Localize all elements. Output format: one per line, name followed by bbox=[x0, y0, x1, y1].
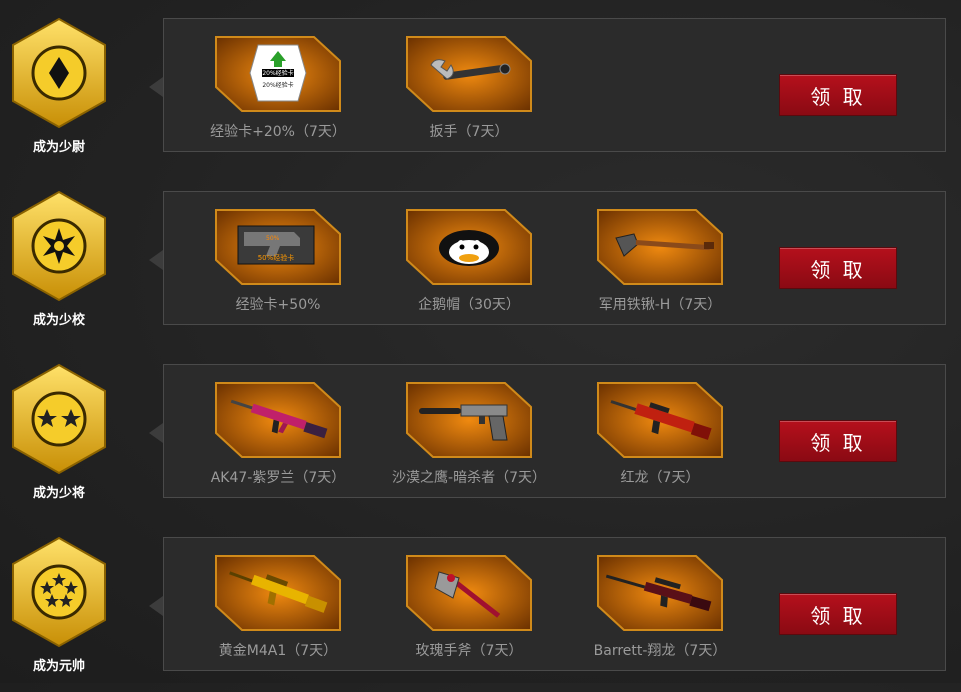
reward-panel: 20%经验卡 20%经验卡 经验卡+20%（7天） 扳手（7天） 领 取 bbox=[163, 18, 946, 152]
rank-label: 成为少校 bbox=[32, 313, 85, 328]
reward-item[interactable]: 军用铁锹-H（7天） bbox=[596, 208, 724, 313]
svg-text:50%经验卡: 50%经验卡 bbox=[258, 253, 295, 262]
reward-tier-1: 成为少尉 20%经验卡 20%经验卡 经验卡+20%（7天） 扳手（7天） 领 … bbox=[0, 0, 961, 173]
reward-item[interactable]: 黄金M4A1（7天） bbox=[214, 554, 342, 659]
desert-eagle-icon bbox=[406, 382, 532, 458]
reward-item[interactable]: 20%经验卡 20%经验卡 经验卡+20%（7天） bbox=[210, 35, 346, 140]
penguin-hat-icon bbox=[406, 209, 532, 285]
item-name: AK47-紫罗兰（7天） bbox=[210, 470, 346, 486]
item-name: 玫瑰手斧（7天） bbox=[415, 643, 523, 659]
reward-tier-2: 成为少校 50% 50%经验卡 经验卡+50% 企鹅帽（30天） 军用铁锹-H（… bbox=[0, 173, 961, 346]
reward-panel: 50% 50%经验卡 经验卡+50% 企鹅帽（30天） 军用铁锹-H（7天） 领… bbox=[163, 191, 946, 325]
panel-pointer bbox=[149, 596, 163, 616]
reward-item[interactable]: 50% 50%经验卡 经验卡+50% bbox=[214, 208, 342, 313]
rank-badge-five-stars-icon bbox=[10, 536, 108, 648]
claim-button[interactable]: 领 取 bbox=[779, 420, 897, 462]
panel-pointer bbox=[149, 77, 163, 97]
reward-panel: 黄金M4A1（7天） 玫瑰手斧（7天） Barrett-翔龙（7天） 领 取 bbox=[163, 537, 946, 671]
reward-item[interactable]: 企鹅帽（30天） bbox=[405, 208, 533, 313]
rank-label: 成为少将 bbox=[32, 486, 85, 501]
panel-pointer bbox=[149, 423, 163, 443]
svg-text:20%经验卡: 20%经验卡 bbox=[262, 69, 293, 77]
rank-badge-burst-icon bbox=[10, 190, 108, 302]
wrench-icon bbox=[406, 36, 532, 112]
rank-label: 成为少尉 bbox=[32, 140, 85, 155]
reward-panel: AK47-紫罗兰（7天） 沙漠之鹰-暗杀者（7天） 红龙（7天） 领 取 bbox=[163, 364, 946, 498]
exp-card-20-icon: 20%经验卡 20%经验卡 bbox=[215, 36, 341, 112]
barrett-sniper-icon bbox=[597, 555, 723, 631]
claim-button[interactable]: 领 取 bbox=[779, 74, 897, 116]
rose-axe-icon bbox=[406, 555, 532, 631]
item-name: Barrett-翔龙（7天） bbox=[593, 643, 727, 659]
reward-item[interactable]: 玫瑰手斧（7天） bbox=[405, 554, 533, 659]
svg-text:20%经验卡: 20%经验卡 bbox=[262, 81, 293, 89]
rank-label: 成为元帅 bbox=[32, 659, 85, 674]
reward-item[interactable]: 扳手（7天） bbox=[405, 35, 533, 140]
exp-card-50-icon: 50% 50%经验卡 bbox=[215, 209, 341, 285]
reward-item[interactable]: 沙漠之鹰-暗杀者（7天） bbox=[392, 381, 546, 486]
item-name: 黄金M4A1（7天） bbox=[218, 643, 338, 659]
gold-m4a1-icon bbox=[215, 555, 341, 631]
rank-badge-two-stars-icon bbox=[10, 363, 108, 475]
reward-tier-3: 成为少将 AK47-紫罗兰（7天） 沙漠之鹰-暗杀者（7天） 红龙（7天） 领 … bbox=[0, 346, 961, 519]
item-name: 红龙（7天） bbox=[620, 470, 700, 486]
rank-badge-diamond-icon bbox=[10, 17, 108, 129]
reward-tier-4: 成为元帅 黄金M4A1（7天） 玫瑰手斧（7天） Barrett-翔龙（7天） … bbox=[0, 519, 961, 692]
ak47-violet-icon bbox=[215, 382, 341, 458]
item-name: 沙漠之鹰-暗杀者（7天） bbox=[392, 470, 546, 486]
claim-button[interactable]: 领 取 bbox=[779, 593, 897, 635]
item-name: 经验卡+20%（7天） bbox=[210, 124, 346, 140]
svg-text:50%: 50% bbox=[266, 235, 280, 242]
reward-item[interactable]: 红龙（7天） bbox=[596, 381, 724, 486]
item-name: 扳手（7天） bbox=[429, 124, 509, 140]
item-name: 经验卡+50% bbox=[235, 297, 321, 313]
reward-item[interactable]: AK47-紫罗兰（7天） bbox=[211, 381, 345, 486]
shovel-icon bbox=[597, 209, 723, 285]
claim-button[interactable]: 领 取 bbox=[779, 247, 897, 289]
item-name: 军用铁锹-H（7天） bbox=[598, 297, 722, 313]
panel-pointer bbox=[149, 250, 163, 270]
red-dragon-rifle-icon bbox=[597, 382, 723, 458]
item-name: 企鹅帽（30天） bbox=[418, 297, 520, 313]
reward-item[interactable]: Barrett-翔龙（7天） bbox=[594, 554, 726, 659]
